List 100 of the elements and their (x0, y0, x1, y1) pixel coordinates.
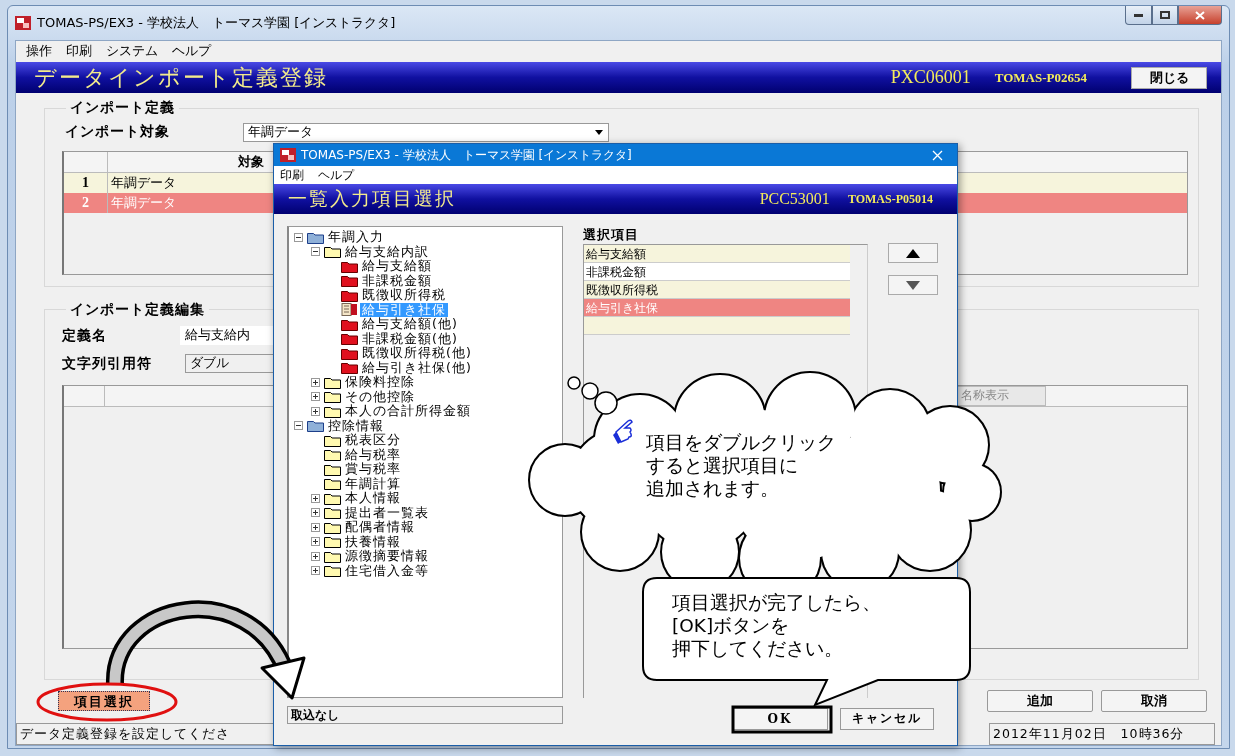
program-id: PXC06001 (890, 67, 971, 88)
tree-item[interactable]: 非課税金額(他) (360, 331, 460, 346)
tree-item[interactable]: 税表区分 (343, 433, 403, 448)
tree-item[interactable]: 控除情報 (326, 418, 386, 433)
target-combo[interactable]: 年調データ (243, 122, 609, 142)
book-icon (341, 303, 358, 317)
folder-icon (324, 448, 341, 462)
table-cell-text: 年調データ (110, 194, 177, 213)
folder-icon (341, 332, 358, 346)
folder-icon (324, 564, 341, 578)
tree-item[interactable]: 給与支給額(他) (360, 317, 460, 332)
expand-icon[interactable] (311, 392, 320, 402)
minimize-button[interactable] (1125, 6, 1152, 25)
tree-item[interactable]: 配偶者情報 (343, 520, 417, 535)
tree-item[interactable]: 非課税金額 (360, 273, 434, 288)
table-cell-text: 年調データ (110, 174, 177, 193)
collapse-icon[interactable] (294, 232, 303, 242)
menu-item[interactable]: 印刷 (280, 167, 304, 183)
expand-icon[interactable] (311, 406, 320, 416)
folder-icon (324, 390, 341, 404)
expand-icon[interactable] (311, 493, 320, 503)
list-item[interactable]: 給与支給額 (584, 245, 850, 263)
collapse-icon[interactable] (294, 421, 303, 431)
folder-icon (324, 506, 341, 520)
list-item[interactable]: 既徴収所得税 (584, 281, 850, 299)
hand-pointer-icon (612, 418, 636, 444)
app-icon (280, 148, 296, 162)
tree-item[interactable]: 給与支給内訳 (343, 244, 431, 259)
tree-item[interactable]: 保険料控除 (343, 375, 417, 390)
user-id: TOMAS-P05014 (847, 191, 933, 207)
dropdown-arrow-icon (595, 129, 603, 135)
maximize-button[interactable] (1152, 6, 1178, 25)
folder-icon (341, 361, 358, 375)
list-label: 選択項目 (583, 226, 640, 244)
close-button[interactable] (1178, 6, 1222, 25)
expand-icon[interactable] (311, 508, 320, 518)
group-title: インポート定義 (69, 99, 176, 118)
folder-icon (324, 462, 341, 476)
expand-icon[interactable] (311, 537, 320, 547)
user-id: TOMAS-P02654 (994, 69, 1087, 86)
group-title: インポート定義編集 (69, 300, 206, 319)
menu-item[interactable]: 印刷 (60, 42, 98, 60)
menu-item[interactable]: 操作 (20, 42, 58, 60)
maximize-icon (1160, 11, 1170, 19)
up-triangle-icon (906, 248, 920, 258)
tree-item[interactable]: 既徴収所得税 (360, 288, 448, 303)
action-button[interactable]: 追加 (987, 690, 1093, 713)
folder-icon (341, 317, 358, 331)
tree-item[interactable]: 本人情報 (343, 491, 403, 506)
tree-item[interactable]: 扶養情報 (343, 534, 403, 549)
tree-item[interactable]: 提出者一覧表 (343, 505, 431, 520)
dialog-button[interactable]: キャンセル (840, 707, 934, 730)
expand-icon[interactable] (311, 377, 320, 387)
field-label: インポート対象 (65, 123, 171, 142)
tree-item[interactable]: 既徴収所得税(他) (360, 346, 474, 361)
close-icon (931, 149, 943, 161)
tree-item[interactable]: 年調計算 (343, 476, 403, 491)
expand-icon[interactable] (311, 566, 320, 576)
callout-text: [OK]ボタンを (672, 614, 790, 637)
tree-item[interactable]: 源徴摘要情報 (343, 549, 431, 564)
tree-item[interactable]: その他控除 (343, 389, 417, 404)
menu-item[interactable]: ヘルプ (166, 42, 217, 60)
menu-item[interactable]: システム (100, 42, 164, 60)
callout-text: 押下してください。 (672, 637, 843, 660)
folder-icon (341, 288, 358, 302)
move-down-button[interactable] (888, 275, 938, 295)
field-label: 文字列引用符 (62, 354, 153, 373)
close-icon (1195, 10, 1205, 20)
row-number: 2 (64, 193, 108, 214)
screen-title: 一覧入力項目選択 (288, 187, 456, 211)
tree-item[interactable]: 本人の合計所得金額 (343, 404, 473, 419)
menu-item[interactable]: ヘルプ (318, 167, 354, 183)
close-window-button[interactable]: 閉じる (1131, 66, 1207, 89)
folder-icon (324, 433, 341, 447)
tree-item[interactable]: 給与税率 (343, 447, 403, 462)
cloud-text: 項目をダブルクリック (646, 431, 836, 454)
tree-item[interactable]: 給与引き社保(他) (360, 360, 474, 375)
tree-item[interactable]: 賞与税率 (343, 462, 403, 477)
move-up-button[interactable] (888, 243, 938, 263)
down-triangle-icon (906, 280, 920, 290)
folder-icon (307, 230, 324, 244)
tree-item[interactable]: 年調入力 (326, 230, 386, 245)
tree-item[interactable]: 住宅借入金等 (343, 563, 431, 578)
folder-icon (307, 419, 324, 433)
status-datetime: 2012年11月02日 10時36分 (989, 723, 1215, 745)
expand-icon[interactable] (311, 522, 320, 532)
folder-icon (324, 549, 341, 563)
window-title: TOMAS-PS/EX3 - 学校法人 トーマス学園 [インストラクタ] (37, 14, 396, 32)
folder-icon (324, 477, 341, 491)
program-id: PCC53001 (759, 190, 830, 208)
collapse-icon[interactable] (311, 247, 320, 257)
folder-icon (324, 245, 341, 259)
expand-icon[interactable] (311, 551, 320, 561)
field-label: 定義名 (62, 326, 108, 345)
item-select-button[interactable]: 項目選択 (58, 691, 150, 712)
import-status-field: 取込なし (287, 706, 563, 724)
tree-item[interactable]: 給与支給額 (360, 259, 434, 274)
action-button[interactable]: 取消 (1101, 690, 1207, 713)
app-icon (15, 16, 31, 30)
list-item[interactable]: 非課税金額 (584, 263, 850, 281)
